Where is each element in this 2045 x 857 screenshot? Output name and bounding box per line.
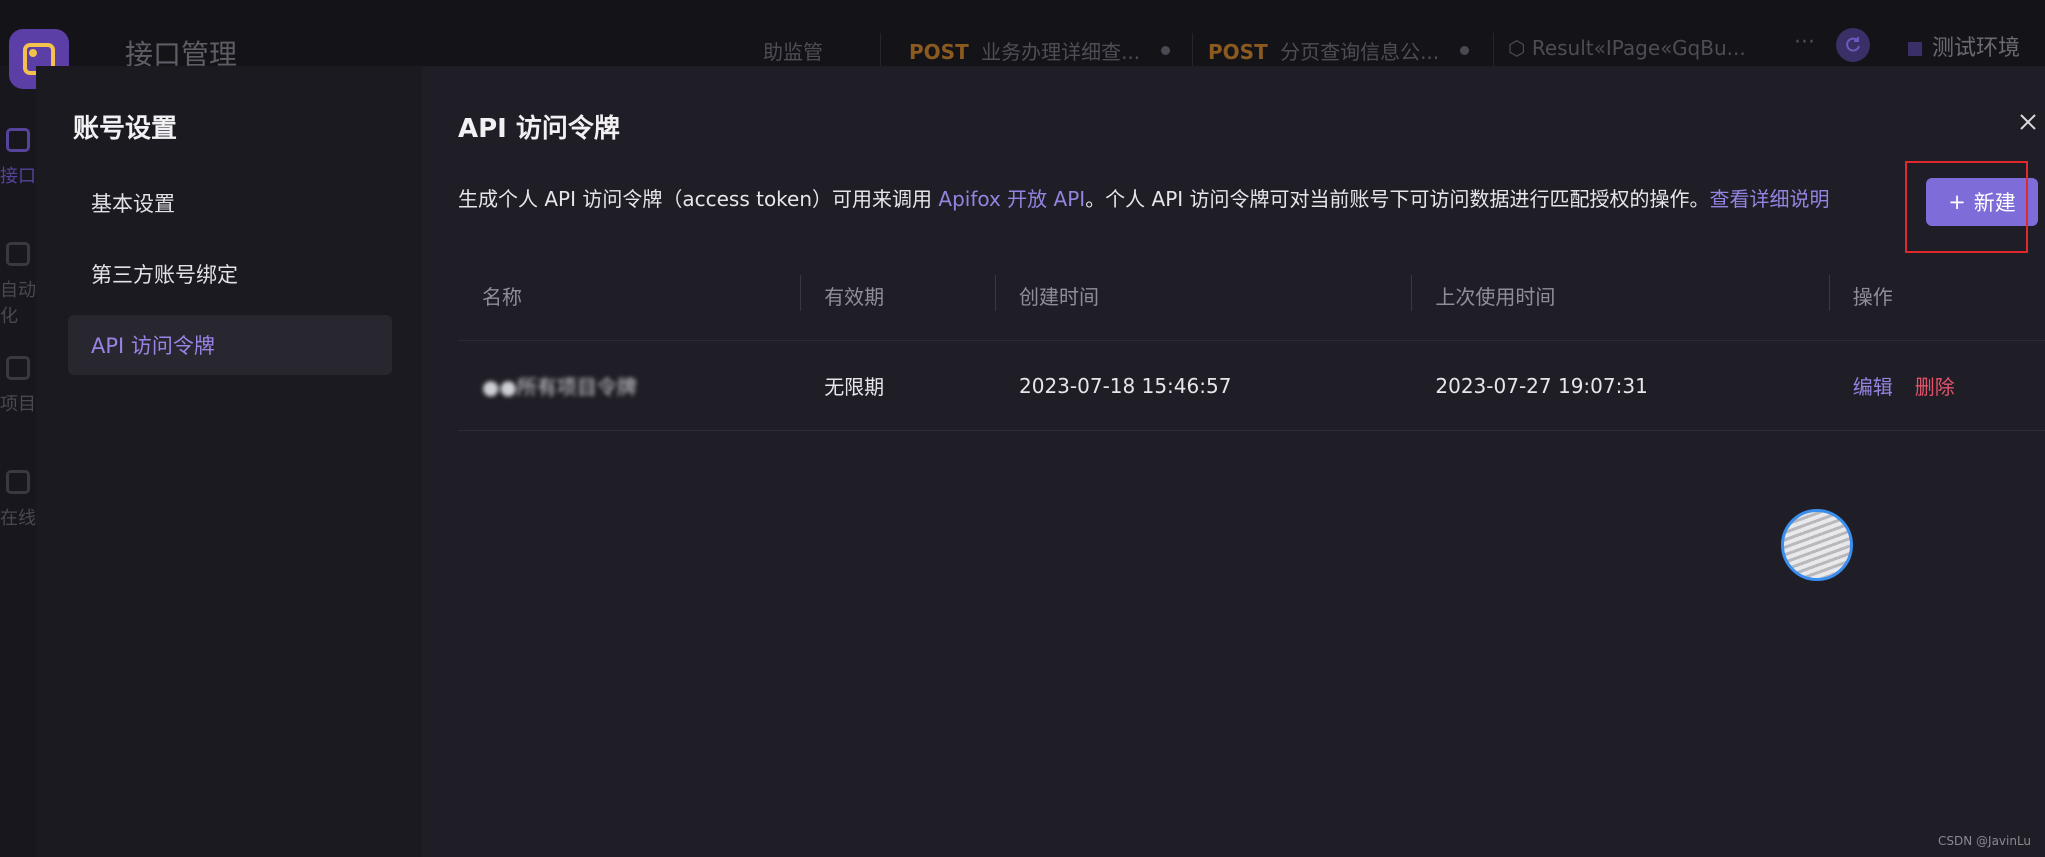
http-method-badge: POST	[909, 40, 969, 64]
bg-tab-4[interactable]: ⬡ Result«IPage«GqBu...	[1508, 36, 1746, 60]
settings-title: 账号设置	[73, 114, 178, 144]
open-api-link[interactable]: Apifox 开放 API	[938, 187, 1085, 211]
bg-sidebar-label: 项目	[0, 394, 36, 415]
token-name: ●●所有项目令牌	[482, 375, 637, 399]
online-icon	[6, 470, 30, 494]
unsaved-dot-icon	[1460, 46, 1469, 55]
http-method-badge: POST	[1208, 40, 1268, 64]
new-button-label: 新建	[1973, 191, 2016, 215]
cube-icon: ⬡	[1508, 36, 1532, 60]
bg-sidebar-item-project[interactable]: 项目	[0, 356, 36, 416]
table-row: ●●所有项目令牌 无限期 2023-07-18 15:46:57 2023-07…	[458, 341, 2045, 431]
table-header-row: 名称 有效期 创建时间 上次使用时间 操作	[458, 251, 2045, 341]
bg-tab-label: 分页查询信息公...	[1280, 40, 1440, 64]
nav-item-basic-settings[interactable]: 基本设置	[68, 173, 392, 233]
bg-tab-label: 助监管	[763, 40, 823, 64]
description-text: 生成个人 API 访问令牌（access token）可用来调用	[458, 187, 939, 211]
sync-icon[interactable]	[1836, 28, 1870, 62]
nav-item-label: 基本设置	[91, 192, 175, 216]
plus-icon: +	[1948, 190, 1966, 214]
automation-icon	[6, 242, 30, 266]
close-button[interactable]	[2014, 108, 2042, 136]
settings-nav-panel: 账号设置 基本设置 第三方账号绑定 API 访问令牌	[36, 66, 422, 857]
bg-sidebar-item-api[interactable]: 接口	[0, 128, 36, 188]
bg-sidebar-label: 接口	[0, 166, 36, 187]
column-header-last-used: 上次使用时间	[1411, 275, 1828, 311]
token-description: 生成个人 API 访问令牌（access token）可用来调用 Apifox …	[458, 183, 1830, 212]
environment-icon	[1908, 42, 1922, 56]
bg-sidebar-item-online[interactable]: 在线	[0, 470, 36, 530]
delete-link[interactable]: 删除	[1915, 375, 1955, 399]
column-header-created: 创建时间	[995, 275, 1411, 311]
token-table: 名称 有效期 创建时间 上次使用时间 操作 ●●所有项目令牌 无限期 2023-…	[458, 251, 2045, 431]
token-created-time: 2023-07-18 15:46:57	[1019, 373, 1232, 398]
nav-item-api-token[interactable]: API 访问令牌	[68, 315, 392, 375]
project-icon	[6, 356, 30, 380]
environment-selector[interactable]: 测试环境	[1908, 30, 2020, 62]
bg-sidebar-label: 在线	[0, 508, 36, 529]
close-icon	[2020, 114, 2036, 130]
nav-item-label: 第三方账号绑定	[91, 263, 238, 287]
token-last-used-time: 2023-07-27 19:07:31	[1435, 373, 1648, 398]
description-text: 。个人 API 访问令牌可对当前账号下可访问数据进行匹配授权的操作。	[1085, 187, 1710, 211]
bg-tab-3[interactable]: POST 分页查询信息公...	[1208, 36, 1439, 65]
watermark: CSDN @JavinLu	[1938, 834, 2032, 848]
bg-tab-2[interactable]: POST 业务办理详细查...	[909, 36, 1140, 65]
bg-sidebar-item-automation[interactable]: 自动化	[0, 242, 36, 328]
bg-tab-label: Result«IPage«GqBu...	[1531, 36, 1746, 60]
bg-tab-label: 业务办理详细查...	[981, 40, 1141, 64]
unsaved-dot-icon	[1161, 46, 1170, 55]
token-actions: 编辑 删除	[1829, 371, 2045, 400]
api-icon	[6, 128, 30, 152]
edit-link[interactable]: 编辑	[1853, 375, 1893, 399]
details-link[interactable]: 查看详细说明	[1710, 187, 1830, 211]
new-token-button[interactable]: + 新建	[1926, 178, 2038, 226]
token-validity: 无限期	[824, 375, 885, 399]
bg-sidebar-label: 自动化	[0, 280, 36, 327]
environment-label: 测试环境	[1932, 36, 2021, 61]
column-header-validity: 有效期	[800, 275, 995, 311]
bg-tab-1[interactable]: 助监管	[763, 36, 823, 65]
floating-assistant-button[interactable]	[1781, 509, 1853, 581]
page-title: API 访问令牌	[458, 114, 620, 144]
nav-item-third-party-binding[interactable]: 第三方账号绑定	[68, 244, 392, 304]
column-header-name: 名称	[482, 285, 522, 309]
refresh-icon	[1846, 37, 1860, 52]
column-header-actions: 操作	[1828, 275, 2045, 311]
more-tabs-icon[interactable]: ···	[1794, 30, 1815, 55]
nav-item-label: API 访问令牌	[91, 334, 215, 358]
